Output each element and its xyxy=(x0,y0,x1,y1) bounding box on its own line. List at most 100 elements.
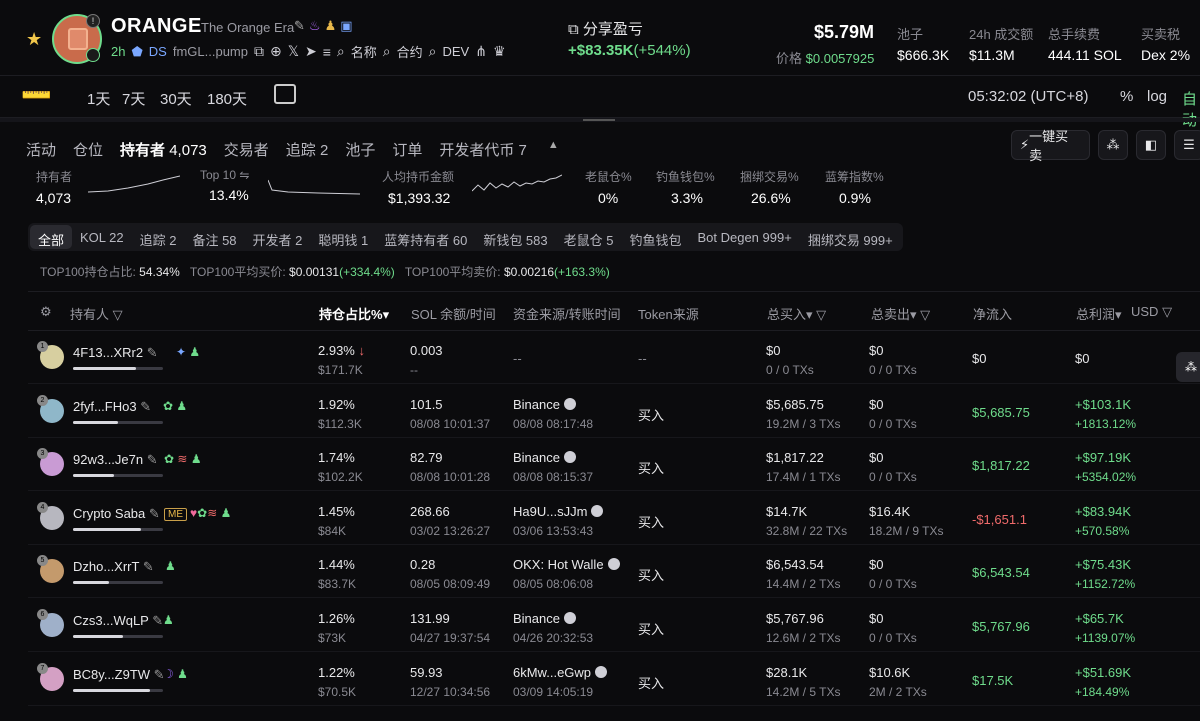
timeframe-180d[interactable]: 180天 xyxy=(207,88,247,109)
tab-dev-tokens[interactable]: 开发者代币 7 xyxy=(439,139,527,160)
fund-source[interactable]: Binance 04/26 20:32:53 xyxy=(513,611,593,645)
fund-source[interactable]: OKX: Hot Walle 08/05 08:06:08 xyxy=(513,557,620,591)
fire-icon: ♨ xyxy=(308,18,321,33)
quick-trade-button[interactable]: ⚡ 一键买卖 xyxy=(1011,129,1090,163)
chip-kol[interactable]: KOL 22 xyxy=(72,225,132,249)
telegram-icon[interactable]: ➤ xyxy=(305,43,317,60)
chip-rat[interactable]: 老鼠仓 5 xyxy=(556,225,622,249)
holder-address[interactable]: Czs3...WqLP ✎ xyxy=(73,613,163,629)
sol-balance: 59.93 12/27 10:34:56 xyxy=(410,664,491,699)
timeframe-1d[interactable]: 1天 xyxy=(87,88,110,109)
rank-badge: 4 xyxy=(37,501,48,513)
chip-bot-degen[interactable]: Bot Degen 999+ xyxy=(689,225,799,249)
favorite-star-icon[interactable]: ★ xyxy=(26,29,42,50)
contract-address[interactable]: fmGL...pump xyxy=(173,44,248,59)
tab-traders[interactable]: 交易者 xyxy=(224,139,269,160)
bubble-float-button[interactable]: ⁂ xyxy=(1176,352,1200,382)
tab-holders[interactable]: 持有者 4,073 xyxy=(120,139,207,160)
total-profit: +$65.7K +1139.07% xyxy=(1075,611,1136,645)
chip-phishing[interactable]: 钓鱼钱包 xyxy=(621,225,689,249)
search-name-link[interactable]: 名称 xyxy=(351,42,377,61)
currency-toggle[interactable]: USD ▽ xyxy=(1131,304,1172,320)
fund-source[interactable]: 6kMw...eGwp 03/09 14:05:19 xyxy=(513,665,608,699)
search-contract-icon[interactable]: ⌕ xyxy=(383,43,391,60)
chip-all[interactable]: 全部 xyxy=(30,225,73,249)
table-row[interactable]: 5 Dzho...XrrT ✎ ♟ 1.44% $83.7K 0.28 08/0… xyxy=(28,545,1200,599)
collapse-caret-icon[interactable]: ▲ xyxy=(548,139,559,160)
search-dev-icon[interactable]: ⌕ xyxy=(429,43,437,60)
tab-orders[interactable]: 订单 xyxy=(392,139,422,160)
table-row[interactable]: 1 4F13...XRr2 ✎ ✦ ♟ 2.93% ↓ $171.7K 0.00… xyxy=(28,331,1200,384)
holder-address[interactable]: 92w3...Je7n ✎ xyxy=(73,452,158,468)
log-toggle[interactable]: log xyxy=(1147,88,1167,105)
timeframe-7d[interactable]: 7天 xyxy=(122,88,145,109)
website-icon[interactable]: ⊕ xyxy=(270,43,282,60)
copy-icon[interactable]: ⧉ xyxy=(254,43,264,60)
holder-address[interactable]: Dzho...XrrT ✎ xyxy=(73,559,154,575)
column-settings-icon[interactable]: ⚙ xyxy=(40,304,52,320)
menu-icon[interactable]: ≡ xyxy=(323,44,331,60)
holder-address[interactable]: 4F13...XRr2 ✎ xyxy=(73,345,158,361)
bubble-map-button[interactable]: ⁂ xyxy=(1098,130,1128,160)
filter-icon: ▽ xyxy=(816,307,827,322)
panel-layout-button[interactable]: ◧ xyxy=(1136,130,1166,160)
calendar-icon[interactable] xyxy=(274,84,296,104)
summary-top10: Top 10 ⇋ 13.4% xyxy=(200,168,250,203)
x-twitter-icon[interactable]: 𝕏 xyxy=(288,43,299,60)
tab-tracking[interactable]: 追踪 2 xyxy=(286,139,329,160)
source-icon xyxy=(591,504,604,517)
clock[interactable]: 05:32:02 (UTC+8) xyxy=(968,88,1088,105)
table-row[interactable]: 2 2fyf...FHo3 ✎ ✿ ♟ 1.92% $112.3K 101.5 … xyxy=(28,385,1200,438)
edit-icon[interactable]: ✎ xyxy=(294,18,305,33)
edit-icon: ✎ xyxy=(146,452,158,468)
chip-bluechip[interactable]: 蓝筹持有者 60 xyxy=(376,225,475,249)
col-total-buy[interactable]: 总买入▾ ▽ xyxy=(767,304,826,323)
search-contract-link[interactable]: 合约 xyxy=(397,42,423,61)
col-fund-source[interactable]: 资金来源/转账时间 xyxy=(513,304,621,323)
chip-bundle[interactable]: 捆绑交易 999+ xyxy=(800,225,901,249)
table-row[interactable]: 3 92w3...Je7n ✎ ✿ ≋ ♟ 1.74% $102.2K 82.7… xyxy=(28,438,1200,492)
col-total-profit[interactable]: 总利润▾ xyxy=(1076,304,1122,323)
chip-notes[interactable]: 备注 58 xyxy=(184,225,244,249)
fund-source[interactable]: Binance 08/08 08:15:37 xyxy=(513,450,593,484)
auto-toggle[interactable]: 自动 xyxy=(1182,88,1200,130)
col-holder[interactable]: 持有人 ▽ xyxy=(70,304,123,323)
col-token-source[interactable]: Token来源 xyxy=(638,304,699,323)
holding-bar xyxy=(73,527,163,531)
share-network-icon[interactable]: ⋔ xyxy=(475,43,487,60)
holder-address[interactable]: BC8y...Z9TW ✎ xyxy=(73,667,165,683)
chip-tracking[interactable]: 追踪 2 xyxy=(132,225,185,249)
holder-address[interactable]: Crypto Saba ✎ xyxy=(73,506,160,522)
col-holding-pct[interactable]: 持仓占比%▾ xyxy=(319,304,389,323)
col-sol-balance[interactable]: SOL 余额/时间 xyxy=(411,304,496,323)
timeframe-30d[interactable]: 30天 xyxy=(160,88,192,109)
chip-new-wallet[interactable]: 新钱包 583 xyxy=(475,225,555,249)
chip-smart-money[interactable]: 聪明钱 1 xyxy=(310,225,376,249)
chip-developer[interactable]: 开发者 2 xyxy=(245,225,311,249)
tab-activity[interactable]: 活动 xyxy=(26,139,56,160)
percent-toggle[interactable]: % xyxy=(1120,88,1133,105)
share-pnl-button[interactable]: ⧉ 分享盈亏 xyxy=(568,18,643,39)
resize-handle[interactable] xyxy=(0,118,1200,122)
fund-source[interactable]: Binance 08/08 08:17:48 xyxy=(513,397,593,431)
col-net-flow[interactable]: 净流入 xyxy=(973,304,1012,323)
table-row[interactable]: 4 Crypto Saba ✎ ME ♥✿≋ ♟ 1.45% $84K 268.6… xyxy=(28,492,1200,545)
fund-source[interactable]: Ha9U...sJJm 03/06 13:53:43 xyxy=(513,504,604,538)
source-icon xyxy=(563,397,576,410)
col-total-sell[interactable]: 总卖出▾ ▽ xyxy=(871,304,930,323)
table-row[interactable]: 7 BC8y...Z9TW ✎ ☽ ♟ 1.22% $70.5K 59.93 1… xyxy=(28,653,1200,706)
tab-positions[interactable]: 仓位 xyxy=(73,139,103,160)
fund-source[interactable]: -- xyxy=(513,351,522,371)
ruler-icon[interactable]: 📏 xyxy=(18,76,58,116)
table-row[interactable]: 6 Czs3...WqLP ✎ ♟ 1.26% $73K 131.99 04/2… xyxy=(28,599,1200,652)
filter-icon: ▽ xyxy=(920,307,931,322)
holder-address[interactable]: 2fyf...FHo3 ✎ xyxy=(73,399,151,415)
search-dev-link[interactable]: DEV xyxy=(442,44,469,59)
tab-pools[interactable]: 池子 xyxy=(345,139,375,160)
sol-balance: 0.003 -- xyxy=(410,343,443,377)
list-settings-button[interactable]: ☰ xyxy=(1174,130,1200,160)
info-icon[interactable]: ! xyxy=(86,14,100,28)
crown-icon[interactable]: ♛ xyxy=(493,43,506,60)
source-icon xyxy=(563,612,576,624)
search-name-icon[interactable]: ⌕ xyxy=(337,43,345,60)
